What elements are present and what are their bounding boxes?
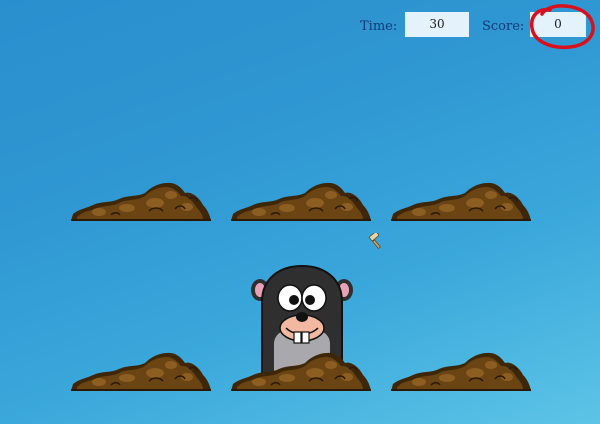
dirt-hole-1[interactable]	[71, 181, 211, 221]
dirt-hole-5[interactable]	[231, 351, 371, 391]
dirt-hole-4[interactable]	[71, 351, 211, 391]
dirt-hole-6[interactable]	[391, 351, 531, 391]
dirt-hole-3[interactable]	[391, 181, 531, 221]
hammer-icon	[369, 233, 381, 249]
dirt-hole-2[interactable]	[231, 181, 371, 221]
score-label: Score:	[482, 19, 525, 34]
time-display: 30	[405, 12, 469, 37]
time-label: Time:	[360, 19, 398, 34]
score-display: 0	[530, 12, 586, 37]
